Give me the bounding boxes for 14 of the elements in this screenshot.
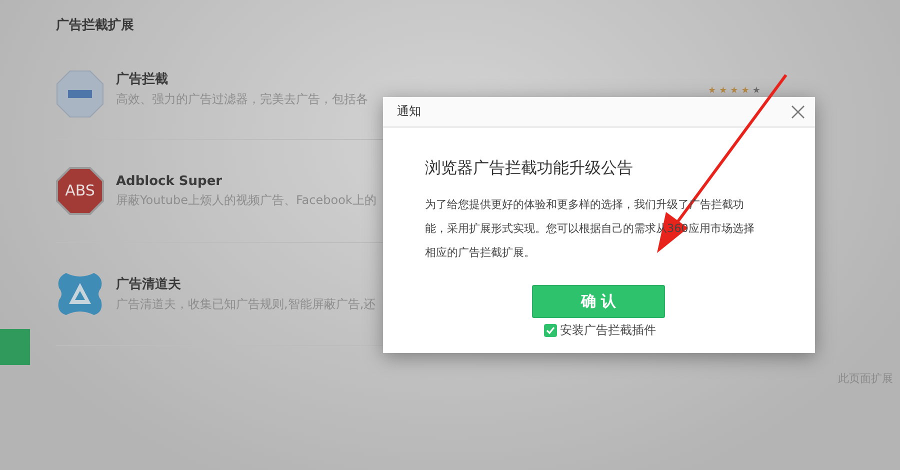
star-icon: ★	[708, 86, 716, 96]
star-icon: ★	[730, 86, 738, 96]
dialog-title: 通知	[397, 103, 421, 120]
confirm-button[interactable]: 确 认	[532, 285, 665, 318]
extension-title: 广告拦截	[116, 70, 168, 88]
star-icon: ★	[741, 86, 750, 96]
checkbox-label: 安装广告拦截插件	[560, 322, 656, 339]
star-icon: ★	[719, 86, 728, 96]
icon-label: ABS	[65, 184, 95, 198]
section-heading: 广告拦截扩展	[56, 16, 134, 34]
star-icon: ★	[752, 86, 760, 96]
extension-title: 广告清道夫	[116, 276, 181, 293]
dialog-heading: 浏览器广告拦截功能升级公告	[425, 158, 633, 179]
extension-title: Adblock Super	[116, 174, 222, 188]
